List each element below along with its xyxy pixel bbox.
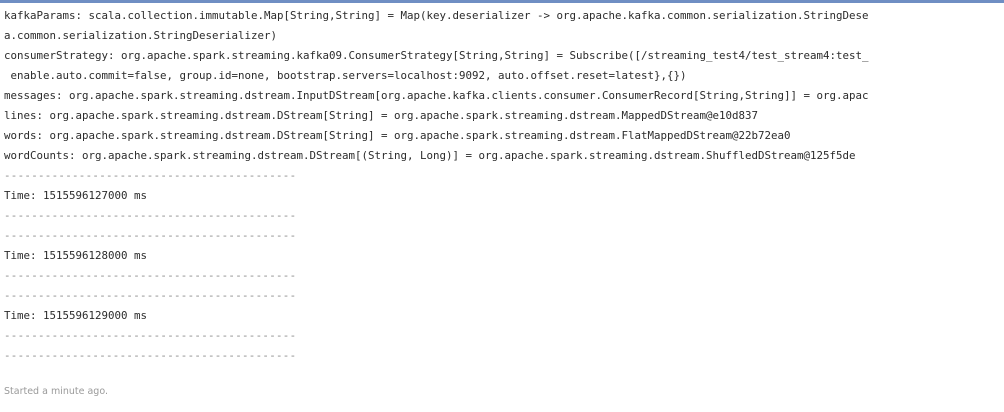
output-separator: ----------------------------------------…: [4, 349, 297, 362]
paragraph-status-text: Started a minute ago.: [4, 386, 108, 397]
output-separator: ----------------------------------------…: [4, 169, 297, 182]
paragraph-output: kafkaParams: scala.collection.immutable.…: [4, 6, 1000, 378]
output-line-messages: messages: org.apache.spark.streaming.dst…: [4, 89, 869, 102]
output-separator: ----------------------------------------…: [4, 289, 297, 302]
paragraph-top-border: [0, 0, 1004, 3]
output-line-kafka-params-cont: a.common.serialization.StringDeserialize…: [4, 29, 278, 42]
output-line-lines: lines: org.apache.spark.streaming.dstrea…: [4, 109, 759, 122]
output-time-line: Time: 1515596128000 ms: [4, 249, 148, 262]
output-line-words: words: org.apache.spark.streaming.dstrea…: [4, 129, 791, 142]
output-separator: ----------------------------------------…: [4, 329, 297, 342]
output-line-kafka-params: kafkaParams: scala.collection.immutable.…: [4, 9, 869, 22]
output-separator: ----------------------------------------…: [4, 269, 297, 282]
output-line-consumer-strategy-cont: enable.auto.commit=false, group.id=none,…: [4, 69, 687, 82]
output-time-line: Time: 1515596129000 ms: [4, 309, 148, 322]
output-separator: ----------------------------------------…: [4, 229, 297, 242]
output-time-line: Time: 1515596127000 ms: [4, 189, 148, 202]
output-separator: ----------------------------------------…: [4, 209, 297, 222]
output-line-consumer-strategy: consumerStrategy: org.apache.spark.strea…: [4, 49, 869, 62]
output-line-word-counts: wordCounts: org.apache.spark.streaming.d…: [4, 149, 856, 162]
